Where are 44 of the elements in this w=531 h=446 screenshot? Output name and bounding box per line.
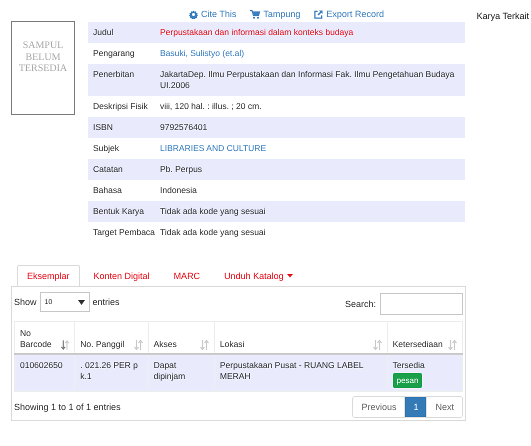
external-link-icon — [314, 10, 324, 18]
table-cell: Dapat dipinjam — [148, 354, 214, 391]
detail-value: Tidak ada kode yang sesuai — [160, 227, 267, 238]
detail-value: JakartaDep. Ilmu Perpustakaan dan Informasi Fak. Ilmu Pengetahuan Budaya UI.2006 — [160, 69, 456, 91]
detail-value: Perpustakaan dan informasi dalam konteks budaya — [160, 27, 354, 38]
detail-label: Bahasa — [93, 185, 123, 196]
action-link[interactable]: Tampung — [250, 9, 300, 19]
detail-link[interactable]: Basuki, Sulistyo (et.al) — [160, 48, 460, 59]
detail-value: Tidak ada kode yang sesuai — [160, 206, 267, 217]
detail-label: Pengarang — [93, 48, 136, 59]
sort-icon[interactable] — [61, 340, 70, 350]
action-link[interactable]: Export Record — [314, 9, 384, 19]
detail-value: Indonesia — [160, 185, 198, 196]
detail-label: ISBN — [93, 122, 114, 133]
cart-icon — [250, 10, 260, 18]
detail-label: Catatan — [93, 164, 124, 175]
detail-value: 9792576401 — [160, 122, 208, 133]
detail-value: viii, 120 hal. : illus. ; 20 cm. — [160, 101, 263, 112]
related-heading: Karya Terkait — [476, 11, 529, 21]
detail-label: Deskripsi Fisik — [93, 101, 149, 112]
detail-link[interactable]: LIBRARIES AND CULTURE — [160, 143, 460, 154]
detail-label: Judul — [93, 27, 114, 38]
show-label: Show — [14, 297, 37, 307]
search-field[interactable] — [380, 293, 463, 315]
page-button[interactable]: Next — [426, 396, 462, 416]
detail-label: Subjek — [93, 143, 120, 154]
detail-label: Bentuk Karya — [93, 206, 146, 217]
tab[interactable]: Eksemplar — [17, 265, 80, 286]
action-link[interactable]: Cite This — [189, 9, 236, 19]
caret-icon — [78, 300, 85, 304]
search-label: Search: — [344, 299, 376, 309]
gear-icon — [189, 10, 198, 18]
detail-value: Pb. Perpus — [160, 164, 204, 175]
detail-label: Penerbitan — [93, 69, 136, 81]
detail-label: Target Pembaca — [93, 227, 155, 238]
table-cell: . 021.26 PER p k.1 — [74, 354, 148, 391]
table-cell: Tersedia pesan — [387, 354, 462, 391]
entries-label: entries — [92, 297, 120, 307]
page-button[interactable]: 1 — [404, 396, 426, 416]
entries-info: Showing 1 to 1 of 1 entries — [14, 402, 121, 412]
table-cell: 010602650 — [14, 354, 75, 391]
order-badge[interactable]: pesan — [392, 372, 422, 388]
book-cover: SAMPUL BELUM TERSEDIA — [11, 21, 75, 115]
table-cell: Perpustakaan Pusat - RUANG LABEL MERAH — [214, 354, 388, 391]
